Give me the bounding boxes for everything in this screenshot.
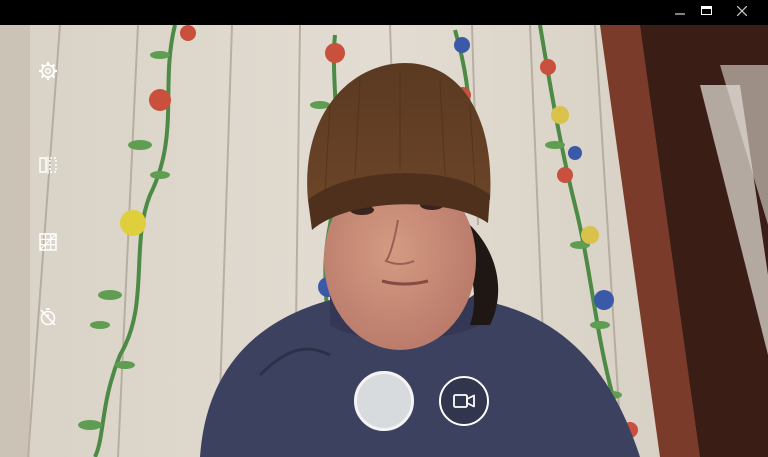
maximize-button[interactable] — [695, 0, 719, 22]
video-mode-button[interactable] — [439, 376, 489, 426]
camera-app-window — [0, 0, 768, 457]
gear-icon — [39, 62, 57, 80]
camera-viewfinder — [0, 25, 768, 457]
grid-icon — [39, 233, 57, 251]
mirror-icon — [39, 156, 57, 174]
maximize-icon — [701, 6, 712, 15]
timer-off-icon — [40, 308, 56, 326]
timer-button[interactable] — [36, 305, 60, 329]
mirror-toggle-button[interactable] — [36, 153, 60, 177]
take-photo-button[interactable] — [354, 371, 414, 431]
minimize-icon — [675, 13, 685, 15]
title-bar — [0, 0, 768, 25]
minimize-button[interactable] — [668, 0, 692, 22]
framing-grid-button[interactable] — [36, 230, 60, 254]
close-button[interactable] — [719, 0, 765, 22]
settings-button[interactable] — [36, 59, 60, 83]
video-camera-icon — [453, 394, 475, 408]
close-icon — [737, 6, 747, 16]
